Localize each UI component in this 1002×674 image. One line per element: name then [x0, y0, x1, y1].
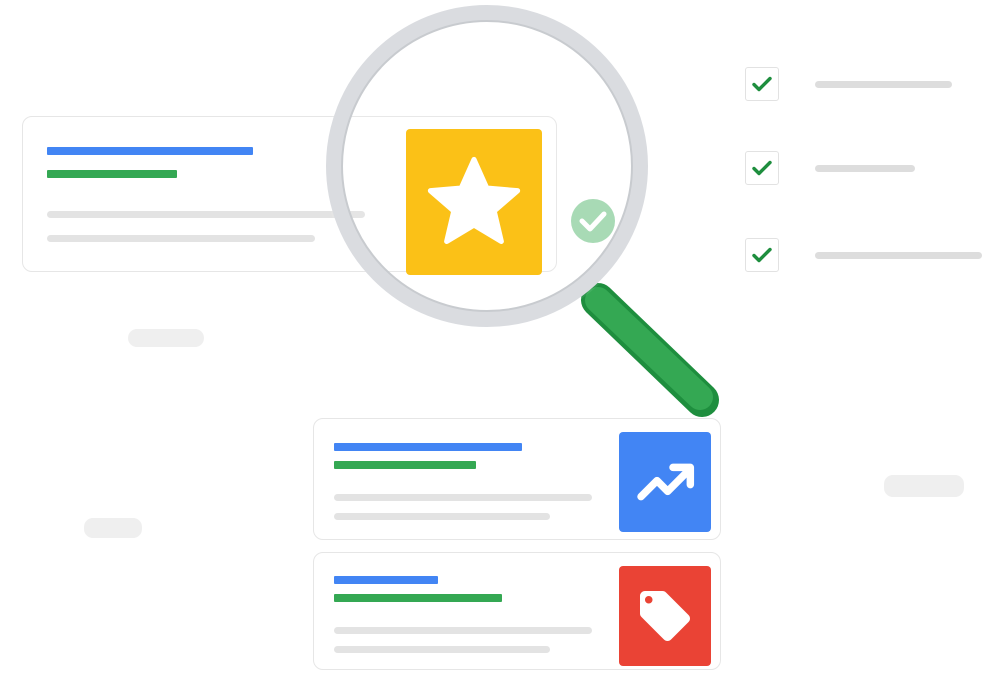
text-line: [334, 513, 550, 520]
checkbox-3[interactable]: [745, 238, 779, 272]
decorative-blob-right: [884, 475, 964, 497]
checklist-line-3: [815, 252, 982, 259]
text-line: [334, 494, 592, 501]
title-line-blue: [334, 443, 522, 451]
title-line-blue: [334, 576, 438, 584]
featured-result-card: [22, 116, 557, 275]
trending-result-card: [313, 418, 721, 540]
deal-result-card: [313, 552, 721, 670]
tag-tile: [619, 566, 711, 666]
checkmark-icon: [750, 156, 774, 180]
text-line: [334, 627, 592, 634]
star-tile: [406, 129, 542, 275]
text-line: [334, 646, 550, 653]
checkbox-1[interactable]: [745, 67, 779, 101]
trend-tile: [619, 432, 711, 532]
checkbox-2[interactable]: [745, 151, 779, 185]
title-line-blue: [47, 147, 253, 155]
text-line: [47, 211, 365, 218]
checkmark-icon: [750, 243, 774, 267]
checklist-line-2: [815, 165, 915, 172]
star-icon: [422, 150, 526, 254]
decorative-blob-bottom-left: [84, 518, 142, 538]
decorative-blob-left: [128, 329, 204, 347]
subtitle-line-green: [47, 170, 177, 178]
subtitle-line-green: [334, 461, 476, 469]
checkmark-icon: [750, 72, 774, 96]
subtitle-line-green: [334, 594, 502, 602]
price-tag-icon: [635, 586, 695, 646]
trending-up-icon: [633, 450, 697, 514]
text-line: [47, 235, 315, 242]
checklist-line-1: [815, 81, 952, 88]
